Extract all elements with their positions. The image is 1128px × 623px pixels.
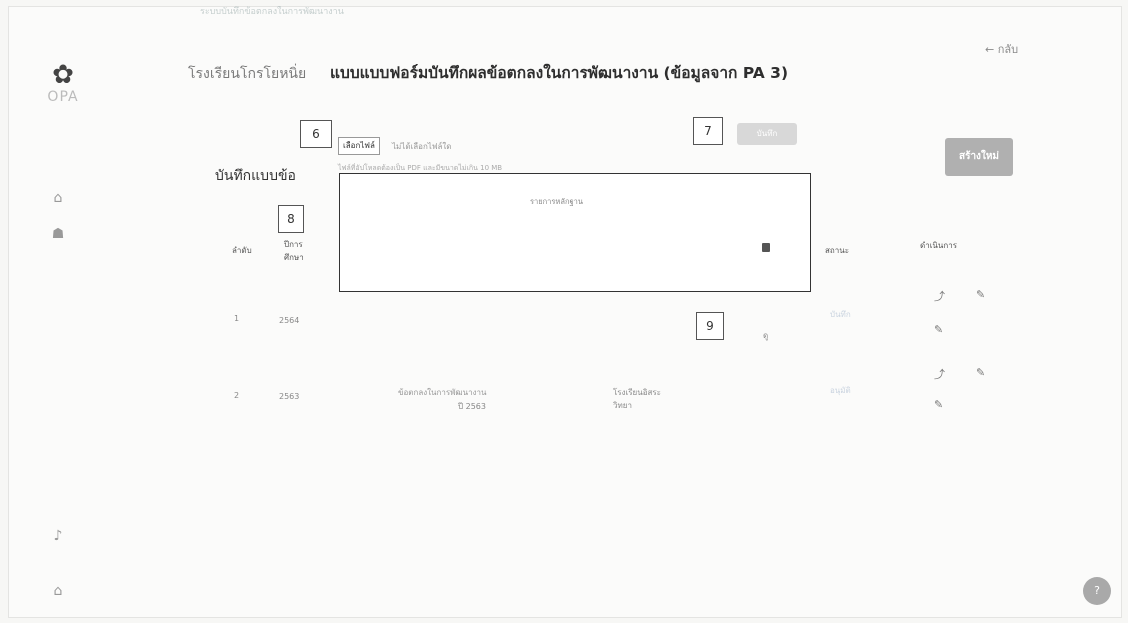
evidence-popup: รายการหลักฐาน <box>339 173 811 292</box>
row2-order: 2 <box>234 391 240 400</box>
callout-7: 7 <box>693 117 723 145</box>
row1-edit-icon[interactable]: ✎ <box>976 288 985 301</box>
row2-year: 2563 <box>279 392 300 401</box>
row1-view-icon[interactable]: ⤴ <box>934 288 945 304</box>
save-button[interactable]: บันทึก <box>737 123 797 145</box>
row1-view-link[interactable]: ดู <box>763 329 768 342</box>
row2-sign-icon[interactable]: ✎ <box>934 398 943 411</box>
callout-8: 8 <box>278 205 304 233</box>
sidebar: ✿ OPA ⌂ ☗ ♪ ⌂ <box>8 6 158 616</box>
row2-view-icon[interactable]: ⤴ <box>934 366 945 382</box>
page-frame <box>8 6 1122 618</box>
row2-title: ข้อตกลงในการพัฒนางาน <box>398 388 487 397</box>
top-faint-text: ระบบบันทึกข้อตกลงในการพัฒนางาน <box>200 7 344 17</box>
row2-subtitle: ปี 2563 <box>458 402 486 411</box>
chat-button[interactable]: ? <box>1083 577 1111 605</box>
row2-status: อนุมัติ <box>830 386 851 395</box>
row2-edit-icon[interactable]: ✎ <box>976 366 985 379</box>
row2-school: โรงเรียนอิสระ <box>613 388 661 397</box>
bell-icon[interactable]: ♪ <box>48 526 68 546</box>
create-new-button[interactable]: สร้างใหม่ <box>945 138 1013 176</box>
logo-text: OPA <box>47 89 79 105</box>
row1-sign-icon[interactable]: ✎ <box>934 323 943 336</box>
upload-section-title: บันทึกแบบข้อ <box>215 168 296 184</box>
users-icon[interactable]: ☗ <box>48 224 68 244</box>
callout-6: 6 <box>300 120 332 148</box>
settings-icon[interactable]: ⌂ <box>48 581 68 601</box>
row1-year: 2564 <box>279 316 300 325</box>
row1-status: บันทึก <box>830 310 851 319</box>
row1-order: 1 <box>234 314 240 323</box>
th-order: ลำดับ <box>232 246 252 255</box>
trash-icon[interactable] <box>762 243 770 252</box>
app-logo: ✿ OPA <box>33 61 93 121</box>
logo-mark: ✿ <box>52 60 74 90</box>
th-status: สถานะ <box>825 246 849 255</box>
back-link[interactable]: ← กลับ <box>985 40 1018 58</box>
choose-file-button[interactable]: เลือกไฟล์ <box>338 137 380 155</box>
th-year: ปีการ ศึกษา <box>284 240 304 262</box>
home-icon[interactable]: ⌂ <box>48 188 68 208</box>
row2-school-sub: วิทยา <box>613 401 632 410</box>
no-file-text: ไม่ได้เลือกไฟล์ใด <box>392 142 452 151</box>
popup-title: รายการหลักฐาน <box>530 197 583 206</box>
page-title: แบบแบบฟอร์มบันทึกผลข้อตกลงในการพัฒนางาน … <box>330 64 789 82</box>
th-actions: ดำเนินการ <box>920 241 957 250</box>
school-name: โรงเรียนโกรโยหนิ่ย <box>188 66 307 82</box>
callout-9: 9 <box>696 312 724 340</box>
